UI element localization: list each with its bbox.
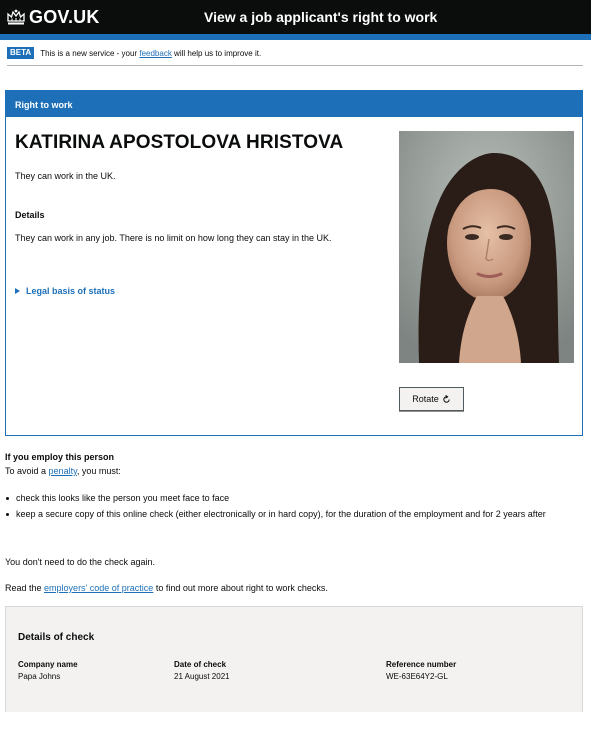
caret-right-icon: [15, 288, 20, 294]
card-heading: Right to work: [6, 91, 582, 117]
beta-banner: BETA This is a new service - your feedba…: [7, 45, 261, 61]
rotate-button[interactable]: Rotate: [399, 387, 464, 411]
reference-label: Reference number: [386, 660, 457, 669]
rotate-label: Rotate: [412, 394, 439, 404]
crown-icon: [7, 9, 25, 25]
read-before: Read the: [5, 583, 42, 593]
details-heading: Details: [15, 210, 45, 220]
employ-intro-before: To avoid a: [5, 466, 47, 476]
service-name[interactable]: View a job applicant's right to work: [204, 9, 437, 25]
govuk-logo-link[interactable]: GOV.UK: [7, 7, 100, 28]
company-column: Company name Papa Johns: [18, 660, 78, 681]
date-label: Date of check: [174, 660, 227, 669]
penalty-link[interactable]: penalty: [49, 466, 77, 476]
person-name: KATIRINA APOSTOLOVA HRISTOVA: [15, 132, 344, 153]
details-text: They can work in any job. There is no li…: [15, 233, 332, 243]
header-blue-bar: [0, 34, 591, 40]
rotate-icon: [443, 394, 450, 403]
reference-column: Reference number WE-63E64Y2-GL: [386, 660, 456, 681]
list-item: check this looks like the person you mee…: [5, 492, 580, 504]
date-value: 21 August 2021: [174, 672, 230, 681]
code-of-practice-text: Read the employers' code of practice to …: [5, 583, 328, 593]
company-value: Papa Johns: [18, 672, 61, 681]
beta-text-before: This is a new service - your: [40, 48, 138, 58]
employ-intro: To avoid a penalty, you must:: [5, 466, 121, 476]
site-header: GOV.UK View a job applicant's right to w…: [0, 0, 591, 34]
company-label: Company name: [18, 660, 78, 669]
details-of-check-panel: Details of check Company name Papa Johns…: [5, 606, 583, 712]
feedback-link[interactable]: feedback: [139, 49, 171, 58]
obligations-list: check this looks like the person you mee…: [5, 492, 580, 524]
read-after: to find out more about right to work che…: [155, 583, 328, 593]
employ-intro-after: , you must:: [76, 466, 121, 476]
check-heading: Details of check: [18, 632, 95, 643]
work-status: They can work in the UK.: [15, 171, 116, 181]
list-item: keep a secure copy of this online check …: [5, 508, 580, 520]
date-column: Date of check 21 August 2021: [174, 660, 230, 681]
page-bottom: [0, 712, 591, 756]
applicant-photo: [399, 131, 574, 363]
code-of-practice-link[interactable]: employers' code of practice: [44, 583, 153, 593]
reference-value: WE-63E64Y2-GL: [386, 672, 448, 681]
employ-heading: If you employ this person: [5, 452, 115, 462]
beta-divider: [7, 65, 583, 66]
legal-basis-toggle[interactable]: Legal basis of status: [15, 286, 115, 296]
beta-tag: BETA: [7, 47, 35, 59]
logo-text: GOV.UK: [29, 7, 100, 27]
person-portrait-image: [399, 131, 574, 363]
beta-text-after: will help us to improve it.: [174, 48, 262, 58]
right-to-work-card: Right to work KATIRINA APOSTOLOVA HRISTO…: [5, 90, 583, 436]
no-repeat-check-text: You don't need to do the check again.: [5, 557, 156, 567]
legal-basis-label: Legal basis of status: [26, 286, 116, 296]
beta-text: This is a new service - your feedback wi…: [40, 49, 261, 58]
